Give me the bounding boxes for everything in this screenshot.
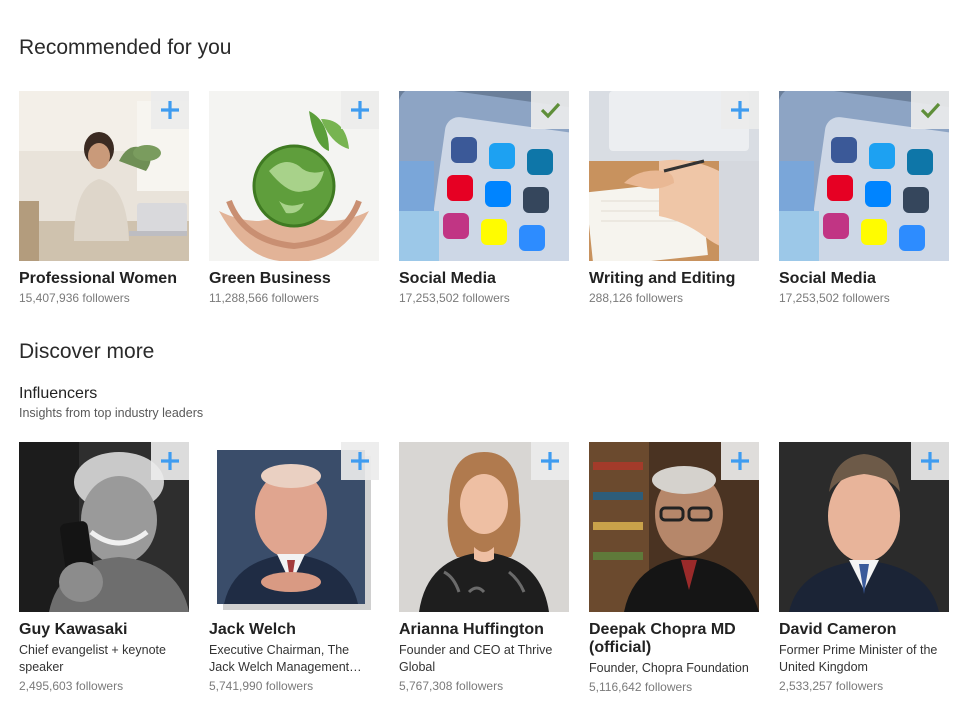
influencer-photo[interactable] (19, 442, 189, 612)
topic-card: Social Media 17,253,502 followers (779, 91, 949, 306)
following-button[interactable] (531, 91, 569, 129)
checkmark-icon (540, 102, 561, 119)
influencer-headline: Executive Chairman, The Jack Welch Manag… (209, 643, 362, 674)
influencer-name[interactable]: Deepak Chopra MD (official) (589, 621, 749, 657)
topic-image[interactable] (19, 91, 189, 261)
plus-icon (731, 101, 749, 119)
plus-icon (351, 101, 369, 119)
plus-icon (161, 452, 179, 470)
follower-count: 17,253,502 followers (779, 291, 890, 305)
influencer-headline: Chief evangelist + keynote speaker (19, 643, 166, 674)
follow-button[interactable] (721, 442, 759, 480)
topic-image[interactable] (589, 91, 759, 261)
topic-image[interactable] (779, 91, 949, 261)
plus-icon (541, 452, 559, 470)
influencer-headline: Former Prime Minister of the United King… (779, 643, 938, 674)
follower-count: 2,533,257 followers (779, 679, 884, 693)
influencer-name[interactable]: Guy Kawasaki (19, 621, 189, 639)
plus-icon (731, 452, 749, 470)
influencer-headline: Founder, Chopra Foundation (589, 661, 749, 675)
follower-count: 17,253,502 followers (399, 291, 510, 305)
influencer-card: Arianna Huffington Founder and CEO at Th… (399, 442, 569, 694)
follow-button[interactable] (911, 442, 949, 480)
plus-icon (921, 452, 939, 470)
follower-count: 5,767,308 followers (399, 679, 504, 693)
follow-button[interactable] (341, 91, 379, 129)
follower-count: 5,741,990 followers (209, 679, 314, 693)
topic-image[interactable] (399, 91, 569, 261)
discover-heading: Discover more (19, 340, 155, 363)
topic-card: Writing and Editing 288,126 followers (589, 91, 759, 306)
influencer-card: Guy Kawasaki Chief evangelist + keynote … (19, 442, 189, 694)
follow-button[interactable] (721, 91, 759, 129)
topic-card: Green Business 11,288,566 followers (209, 91, 379, 306)
follower-count: 2,495,603 followers (19, 679, 124, 693)
follow-button[interactable] (151, 442, 189, 480)
follower-count: 15,407,936 followers (19, 291, 130, 305)
influencer-name[interactable]: Arianna Huffington (399, 621, 569, 639)
follower-count: 11,288,566 followers (209, 291, 319, 305)
topic-card: Social Media 17,253,502 followers (399, 91, 569, 306)
plus-icon (161, 101, 179, 119)
influencer-name[interactable]: Jack Welch (209, 621, 379, 639)
influencer-photo[interactable] (779, 442, 949, 612)
influencer-card: David Cameron Former Prime Minister of t… (779, 442, 949, 694)
follow-button[interactable] (151, 91, 189, 129)
topic-name[interactable]: Green Business (209, 270, 379, 288)
influencers-subtitle: Insights from top industry leaders (19, 406, 204, 420)
recommended-heading: Recommended for you (19, 36, 232, 59)
influencer-photo[interactable] (399, 442, 569, 612)
follower-count: 288,126 followers (589, 291, 684, 305)
influencer-photo[interactable] (589, 442, 759, 612)
follower-count: 5,116,642 followers (589, 680, 693, 694)
plus-icon (351, 452, 369, 470)
checkmark-icon (920, 102, 941, 119)
topic-name[interactable]: Professional Women (19, 270, 189, 288)
topic-image[interactable] (209, 91, 379, 261)
follow-button[interactable] (531, 442, 569, 480)
influencer-name[interactable]: David Cameron (779, 621, 949, 639)
topic-card: Professional Women 15,407,936 followers (19, 91, 189, 306)
topic-name[interactable]: Social Media (399, 270, 569, 288)
influencer-headline: Founder and CEO at Thrive Global (399, 643, 553, 674)
topic-name[interactable]: Writing and Editing (589, 270, 759, 288)
follow-button[interactable] (341, 442, 379, 480)
following-button[interactable] (911, 91, 949, 129)
topic-name[interactable]: Social Media (779, 270, 949, 288)
influencer-card: Jack Welch Executive Chairman, The Jack … (209, 442, 379, 694)
influencer-photo[interactable] (209, 442, 379, 612)
influencer-card: Deepak Chopra MD (official) Founder, Cho… (589, 442, 759, 695)
influencers-heading: Influencers (19, 385, 98, 402)
